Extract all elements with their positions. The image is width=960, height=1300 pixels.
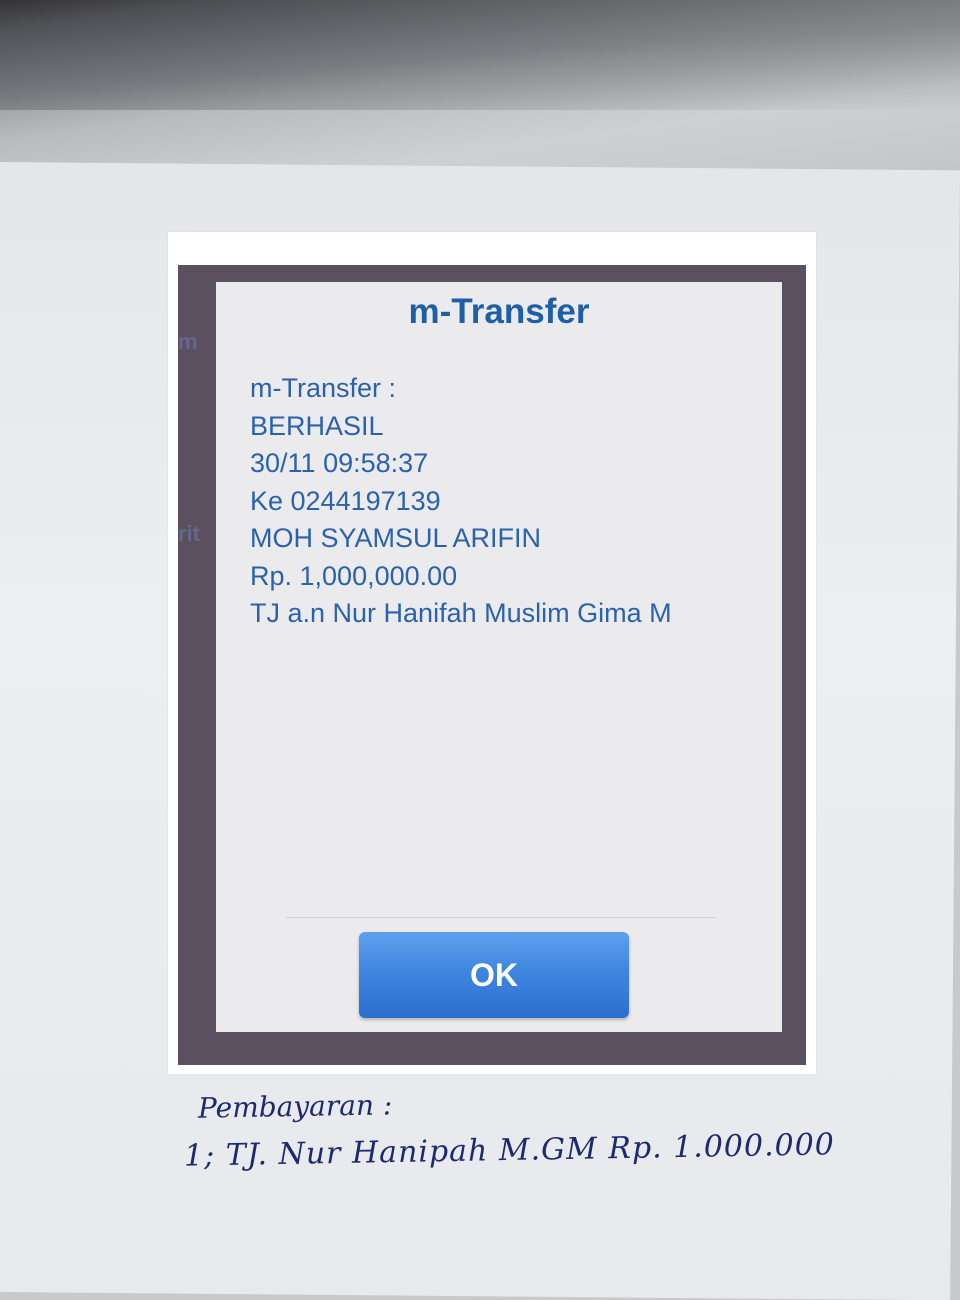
ok-button[interactable]: OK [359,932,629,1018]
message-status: BERHASIL [250,410,384,441]
transfer-message: m-Transfer : BERHASIL 30/11 09:58:37 Ke … [250,370,770,633]
handwritten-note-title: Pembayaran : [197,1088,393,1125]
divider [286,917,716,918]
background-shadow [0,0,960,110]
dialog-title: m-Transfer [408,292,590,331]
message-note: TJ a.n Nur Hanifah Muslim Gima M [250,598,672,628]
background-app-fragment: rit [178,521,200,546]
background-app-fragment: m [178,329,198,354]
message-account: Ke 0244197139 [250,485,441,516]
message-amount: Rp. 1,000,000.00 [250,560,458,591]
message-timestamp: 30/11 09:58:37 [250,448,429,478]
message-line: m-Transfer : [250,373,397,403]
transfer-result-dialog: m-Transfer m-Transfer : BERHASIL 30/11 0… [216,282,782,1032]
message-recipient: MOH SYAMSUL ARIFIN [250,523,542,553]
